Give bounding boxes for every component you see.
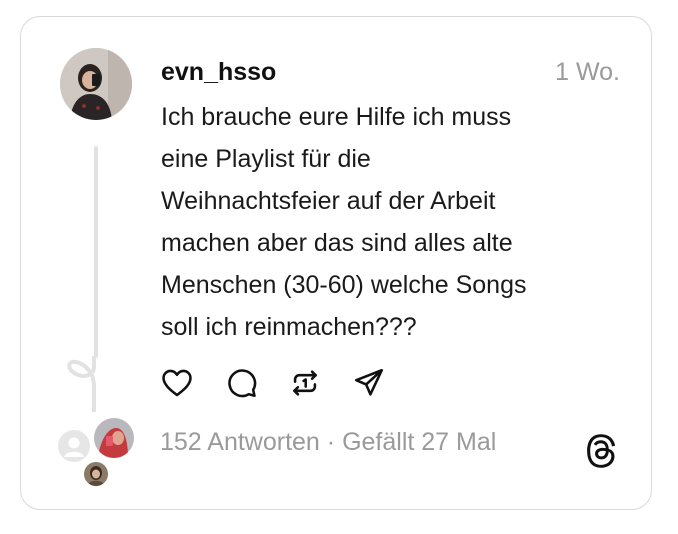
heart-icon[interactable] — [160, 366, 194, 400]
replier-avatar[interactable] — [84, 462, 108, 486]
post-timestamp[interactable]: 1 Wo. — [555, 58, 620, 87]
likes-count-link[interactable]: Gefällt 27 Mal — [342, 428, 496, 456]
replies-count-link[interactable]: 152 Antworten — [160, 428, 320, 456]
default-avatar-icon — [58, 430, 90, 462]
comment-icon[interactable] — [224, 366, 258, 400]
replier-avatar[interactable] — [94, 418, 134, 458]
thread-line — [94, 146, 98, 358]
post-text: Ich brauche eure Hilfe ich muss eine Pla… — [161, 103, 527, 341]
post-stats: 152 Antworten · Gefällt 27 Mal — [160, 428, 496, 457]
post-username[interactable]: evn_hsso — [161, 58, 276, 87]
threads-logo-icon[interactable] — [584, 432, 618, 470]
stats-separator: · — [319, 428, 343, 456]
repost-icon[interactable] — [288, 366, 322, 400]
thread-loop-icon — [67, 356, 96, 412]
send-icon[interactable] — [352, 366, 386, 400]
author-avatar[interactable] — [60, 48, 132, 120]
